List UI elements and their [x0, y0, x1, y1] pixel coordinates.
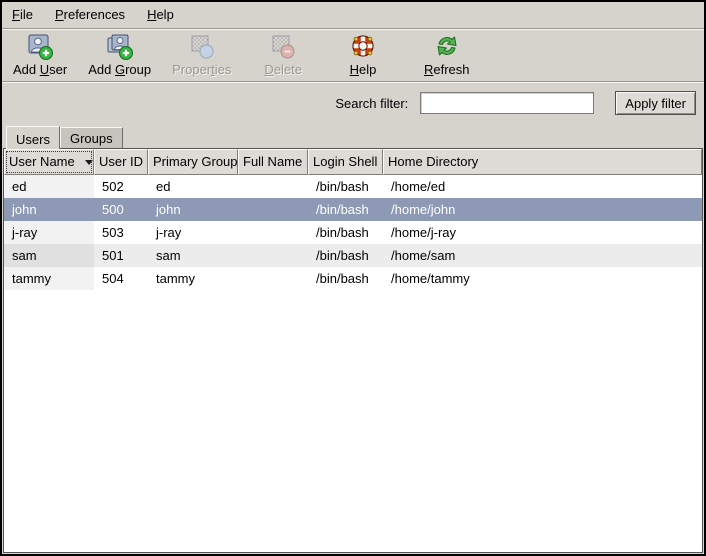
menu-file[interactable]: File — [12, 7, 33, 24]
table-header: User Name User ID Primary Group Full Nam… — [4, 149, 702, 175]
sort-descending-icon — [85, 160, 93, 165]
cell — [238, 198, 308, 221]
cell: /bin/bash — [308, 175, 383, 198]
cell: ed — [148, 175, 238, 198]
cell — [238, 267, 308, 290]
apply-filter-button[interactable]: Apply filter — [615, 91, 696, 115]
table-row[interactable]: john500john/bin/bash/home/john — [4, 198, 702, 221]
table-row[interactable]: tammy504tammy/bin/bash/home/tammy — [4, 267, 702, 290]
cell: /bin/bash — [308, 244, 383, 267]
refresh-button[interactable]: Refresh — [421, 33, 473, 77]
cell: /home/ed — [383, 175, 702, 198]
refresh-label: Refresh — [424, 62, 470, 77]
cell: /bin/bash — [308, 198, 383, 221]
properties-button: Properties — [169, 33, 234, 77]
table-row[interactable]: ed502ed/bin/bash/home/ed — [4, 175, 702, 198]
cell: /bin/bash — [308, 267, 383, 290]
menu-help[interactable]: Help — [147, 7, 174, 24]
cell: tammy — [148, 267, 238, 290]
tab-users[interactable]: Users — [6, 126, 60, 149]
cell: john — [4, 198, 94, 221]
cell: 503 — [94, 221, 148, 244]
cell — [238, 244, 308, 267]
cell: 500 — [94, 198, 148, 221]
cell: ed — [4, 175, 94, 198]
help-label: Help — [350, 62, 377, 77]
table-row[interactable]: sam501sam/bin/bash/home/sam — [4, 244, 702, 267]
column-header-login-shell[interactable]: Login Shell — [308, 149, 383, 175]
search-filter-row: Search filter: Apply filter — [2, 83, 704, 123]
delete-icon — [269, 33, 297, 61]
help-icon — [349, 33, 377, 61]
add-user-button[interactable]: Add User — [10, 33, 70, 77]
cell: j-ray — [148, 221, 238, 244]
tab-groups[interactable]: Groups — [60, 127, 123, 148]
cell: /bin/bash — [308, 221, 383, 244]
user-table-body: ed502ed/bin/bash/home/edjohn500john/bin/… — [4, 175, 702, 552]
search-filter-input[interactable] — [420, 92, 594, 114]
user-manager-window: File Preferences Help — [0, 0, 706, 556]
tab-strip: Users Groups — [2, 123, 704, 148]
properties-icon — [188, 33, 216, 61]
table-row[interactable]: j-ray503j-ray/bin/bash/home/j-ray — [4, 221, 702, 244]
column-header-user-id[interactable]: User ID — [94, 149, 148, 175]
cell: /home/john — [383, 198, 702, 221]
add-group-label: Add Group — [88, 62, 151, 77]
cell — [238, 221, 308, 244]
cell: 501 — [94, 244, 148, 267]
delete-button: Delete — [261, 33, 305, 77]
cell: j-ray — [4, 221, 94, 244]
cell: /home/sam — [383, 244, 702, 267]
cell: sam — [148, 244, 238, 267]
cell: /home/tammy — [383, 267, 702, 290]
cell — [238, 175, 308, 198]
menu-preferences[interactable]: Preferences — [55, 7, 125, 24]
cell: sam — [4, 244, 94, 267]
column-header-home-directory[interactable]: Home Directory — [383, 149, 702, 175]
help-button[interactable]: Help — [346, 33, 380, 77]
column-header-full-name[interactable]: Full Name — [238, 149, 308, 175]
cell: john — [148, 198, 238, 221]
add-group-icon — [106, 33, 134, 61]
column-header-primary-group[interactable]: Primary Group — [148, 149, 238, 175]
toolbar: Add User Add Group Properties — [2, 30, 704, 81]
cell: tammy — [4, 267, 94, 290]
add-user-label: Add User — [13, 62, 67, 77]
search-filter-label: Search filter: — [335, 96, 408, 111]
menubar: File Preferences Help — [2, 2, 704, 28]
add-user-icon — [26, 33, 54, 61]
properties-label: Properties — [172, 62, 231, 77]
cell: 504 — [94, 267, 148, 290]
add-group-button[interactable]: Add Group — [85, 33, 154, 77]
column-header-user-name[interactable]: User Name — [4, 149, 94, 175]
users-table: User Name User ID Primary Group Full Nam… — [3, 148, 703, 553]
cell: /home/j-ray — [383, 221, 702, 244]
delete-label: Delete — [264, 62, 302, 77]
refresh-icon — [433, 33, 461, 61]
cell: 502 — [94, 175, 148, 198]
